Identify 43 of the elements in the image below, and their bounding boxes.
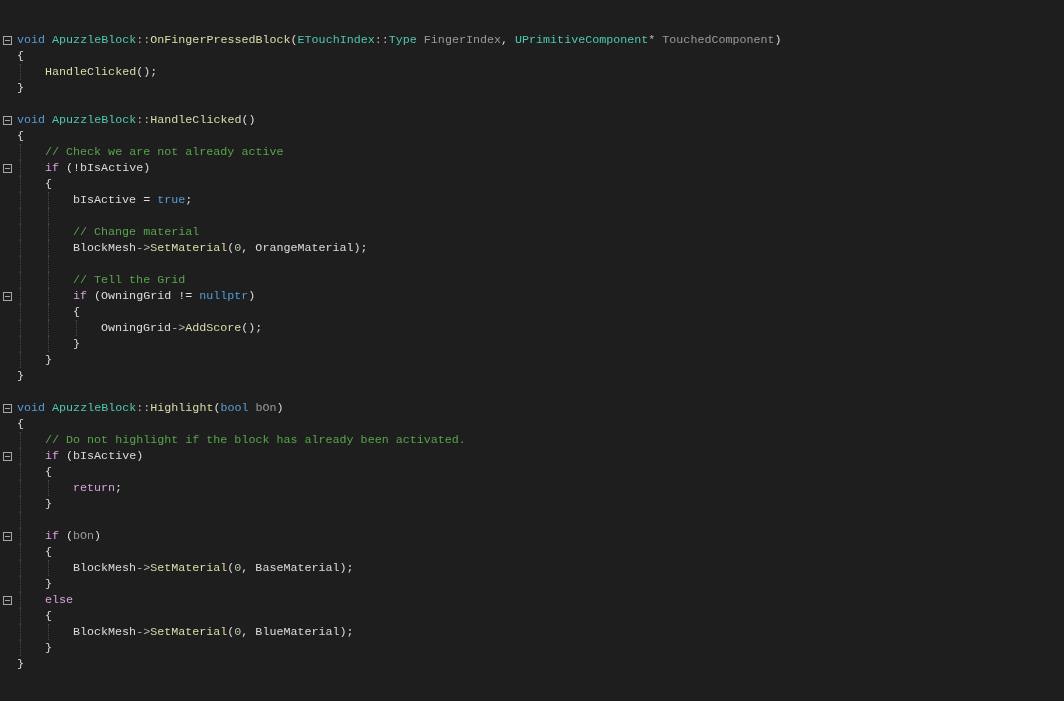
code-line: } (45, 576, 52, 592)
code-line: } (45, 640, 52, 656)
code-line: BlockMesh->SetMaterial(0, BaseMaterial); (73, 560, 354, 576)
code-line: } (17, 368, 24, 384)
code-line: { (45, 176, 52, 192)
fold-toggle-icon[interactable] (3, 291, 12, 301)
code-line: { (73, 304, 80, 320)
code-line: if (OwningGrid != nullptr) (73, 288, 256, 304)
code-line: } (17, 656, 24, 672)
code-line: // Tell the Grid (73, 272, 186, 288)
code-line: HandleClicked(); (45, 64, 158, 80)
code-line: void ApuzzleBlock::Highlight(bool bOn) (17, 400, 284, 416)
code-line: // Change material (73, 224, 200, 240)
code-line: } (17, 80, 24, 96)
code-line: BlockMesh->SetMaterial(0, BlueMaterial); (73, 624, 354, 640)
code-line: else (45, 592, 74, 608)
fold-toggle-icon[interactable] (3, 403, 12, 413)
code-line: return; (73, 480, 123, 496)
fold-toggle-icon[interactable] (3, 531, 12, 541)
code-line: { (17, 416, 24, 432)
fold-toggle-icon[interactable] (3, 163, 12, 173)
code-line: void ApuzzleBlock::OnFingerPressedBlock(ETouchIndex::Type FingerIndex, UPrimitiveComponent* TouchedComponent) (17, 32, 782, 48)
code-line: } (45, 496, 52, 512)
code-line: BlockMesh->SetMaterial(0, OrangeMaterial); (73, 240, 368, 256)
code-line: if (bOn) (45, 528, 102, 544)
code-line: if (!bIsActive) (45, 160, 151, 176)
code-line: { (45, 464, 52, 480)
fold-toggle-icon[interactable] (3, 115, 12, 125)
code-line: } (73, 336, 80, 352)
fold-toggle-icon[interactable] (3, 595, 12, 605)
code-line: } (45, 352, 52, 368)
code-line: OwningGrid->AddScore(); (101, 320, 263, 336)
fold-toggle-icon[interactable] (3, 35, 12, 45)
code-line: { (17, 48, 24, 64)
code-line: void ApuzzleBlock::HandleClicked() (17, 112, 256, 128)
code-line: bIsActive = true; (73, 192, 193, 208)
code-line: if (bIsActive) (45, 448, 144, 464)
code-line: { (45, 544, 52, 560)
code-line: { (17, 128, 24, 144)
fold-toggle-icon[interactable] (3, 451, 12, 461)
code-line: { (45, 608, 52, 624)
code-line: // Do not highlight if the block has already been activated. (45, 432, 466, 448)
code-line: // Check we are not already active (45, 144, 284, 160)
